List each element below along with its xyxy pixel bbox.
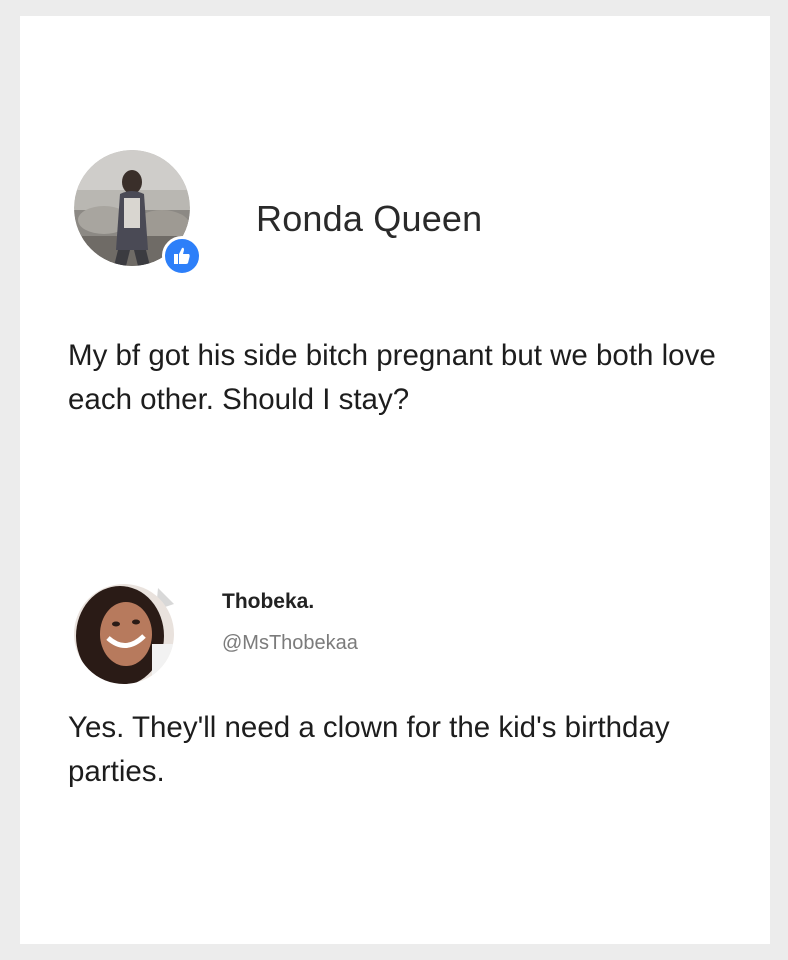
- post-body-text: My bf got his side bitch pregnant but we…: [68, 339, 716, 416]
- post-avatar[interactable]: [74, 150, 202, 276]
- like-badge: [162, 236, 202, 276]
- post-author-name[interactable]: Ronda Queen: [256, 198, 482, 240]
- thumbs-up-icon: [174, 247, 190, 264]
- reply-display-name[interactable]: Thobeka.: [222, 590, 314, 614]
- profile-photo-icon[interactable]: [68, 574, 180, 686]
- reply-handle[interactable]: @MsThobekaa: [222, 632, 358, 655]
- screenshot-frame: Ronda Queen My bf got his side bitch pre…: [20, 16, 770, 944]
- reply-body-text: Yes. They'll need a clown for the kid's …: [68, 711, 670, 788]
- reply-header: Thobeka. @MsThobekaa: [68, 564, 468, 684]
- post-header: Ronda Queen: [74, 150, 482, 276]
